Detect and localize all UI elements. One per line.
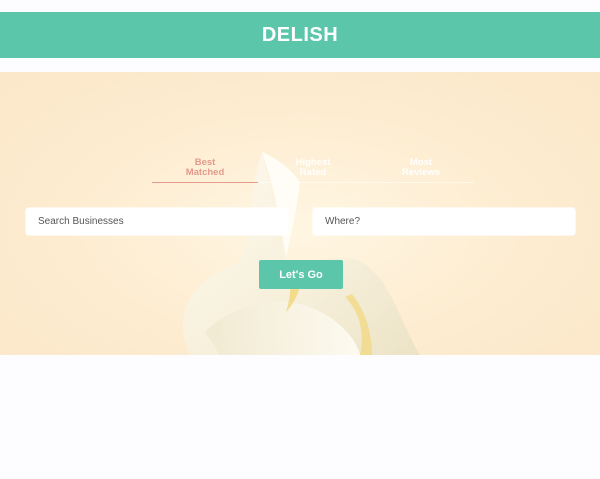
- tab-label-line2: Reviews: [401, 167, 441, 178]
- tab-label-line2: Rated: [299, 167, 327, 178]
- tab-highest-rated[interactable]: Highest Rated: [260, 158, 366, 184]
- active-tab-indicator: [152, 182, 258, 183]
- location-input[interactable]: [313, 208, 575, 235]
- brand-logo[interactable]: DELISH: [262, 24, 338, 47]
- tab-most-reviews[interactable]: Most Reviews: [368, 158, 474, 184]
- lets-go-button[interactable]: Let's Go: [259, 260, 343, 289]
- tab-best-matched[interactable]: Best Matched: [152, 158, 258, 184]
- search-businesses-input[interactable]: [26, 208, 288, 235]
- tab-label-line2: Matched: [185, 167, 225, 178]
- sort-tabs: Best Matched Highest Rated Most Reviews: [152, 158, 474, 184]
- page: DELISH Best Matched Highest Rated Most R…: [0, 0, 600, 479]
- app-header: DELISH: [0, 12, 600, 58]
